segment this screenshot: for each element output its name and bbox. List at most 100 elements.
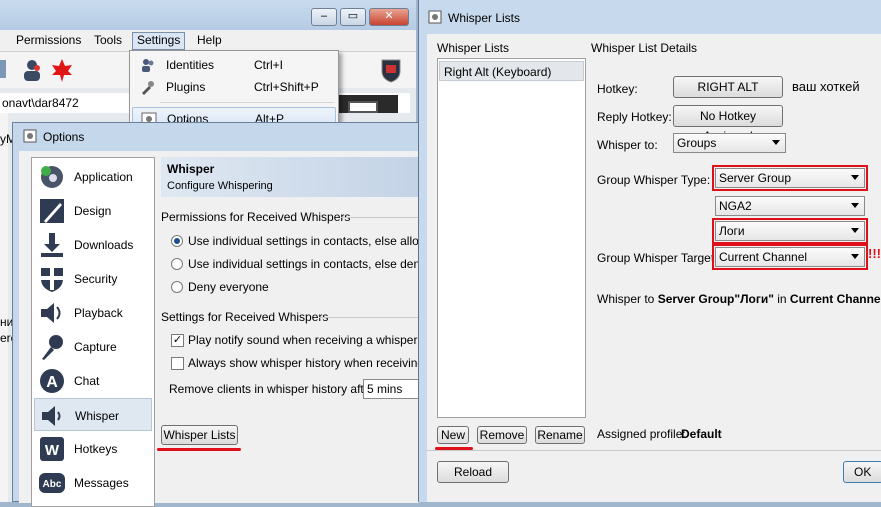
checkbox-show-history[interactable] <box>171 357 184 370</box>
whisper-list-box[interactable]: Right Alt (Keyboard) <box>437 58 586 418</box>
server-group-value: NGA2 <box>719 199 752 213</box>
reply-hotkey-button[interactable]: No Hotkey Assigned <box>673 105 783 143</box>
close-button[interactable]: ✕ <box>369 8 409 26</box>
minimize-button[interactable]: – <box>311 8 337 26</box>
server-logo-icon[interactable] <box>378 57 404 83</box>
nav-item-application[interactable]: Application <box>34 160 152 193</box>
identities-icon <box>142 59 154 72</box>
remove-after-value: 5 mins <box>367 382 403 396</box>
menubar: Permissions Tools Settings Help <box>0 30 416 52</box>
whisper-to-label: Whisper to: <box>597 138 658 152</box>
whisper-lists-button[interactable]: Whisper Lists <box>161 425 238 445</box>
options-body: Application Design Downloads Security Pl… <box>19 151 446 507</box>
radio-deny-everyone[interactable] <box>171 281 183 293</box>
nav-item-design[interactable]: Design <box>34 194 152 227</box>
messages-icon: Abc <box>39 473 65 493</box>
whisper-lists-window-icon <box>428 10 442 24</box>
security-icon <box>41 268 63 292</box>
menu-settings[interactable]: Settings <box>132 32 186 50</box>
assigned-profile-value: Default <box>681 427 722 441</box>
summary-group: Server Group"Логи" <box>657 292 774 306</box>
hotkey-label: Hotkey: <box>597 82 638 96</box>
radio-else-allow[interactable] <box>171 235 183 247</box>
radio-else-allow-label: Use individual settings in contacts, els… <box>188 234 428 248</box>
nav-item-security[interactable]: Security <box>34 262 152 295</box>
whisper-to-value: Groups <box>677 136 717 150</box>
playback-icon <box>41 303 61 323</box>
nav-label-hotkeys: Hotkeys <box>74 442 118 456</box>
chat-icon: A <box>40 369 64 393</box>
group-target-label: Group Whisper Target: <box>597 251 718 265</box>
summary-prefix: Whisper to <box>597 292 658 306</box>
server-group-select[interactable]: NGA2 <box>715 196 865 216</box>
chevron-down-icon <box>772 140 780 145</box>
remove-after-select[interactable]: 5 mins <box>363 379 419 399</box>
nav-item-chat[interactable]: A Chat <box>34 364 152 397</box>
maple-leaf-icon[interactable] <box>49 57 75 83</box>
group-divider-2 <box>319 317 419 318</box>
menu-help[interactable]: Help <box>193 33 226 50</box>
downloads-icon <box>41 233 63 257</box>
footer-divider <box>427 450 881 451</box>
play-sound-label: Play notify sound when receiving a whisp… <box>188 333 418 347</box>
rename-button[interactable]: Rename <box>535 426 585 444</box>
plugins-shortcut: Ctrl+Shift+P <box>254 80 319 94</box>
new-button[interactable]: New <box>437 426 469 444</box>
whisper-summary: Whisper to Server Group"Логи" in Current… <box>597 292 881 306</box>
options-title: Options <box>43 130 85 144</box>
banner-image <box>332 95 398 113</box>
whisper-lists-titlebar: Whisper Lists <box>419 0 881 34</box>
svg-text:A: A <box>46 374 58 391</box>
whisper-to-select[interactable]: Groups <box>673 133 786 153</box>
design-icon <box>40 199 64 223</box>
nav-item-downloads[interactable]: Downloads <box>34 228 152 261</box>
menu-tools[interactable]: Tools <box>90 33 126 50</box>
summary-mid: in <box>773 292 790 306</box>
identities-shortcut: Ctrl+I <box>254 58 284 72</box>
radio-deny-everyone-label: Deny everyone <box>188 280 269 294</box>
settings-dropdown: Identities Ctrl+I Plugins Ctrl+Shift+P O… <box>129 50 339 132</box>
menu-item-identities[interactable]: Identities Ctrl+I <box>132 54 336 76</box>
list-item[interactable]: Right Alt (Keyboard) <box>439 61 584 81</box>
svg-text:Abc: Abc <box>43 479 62 490</box>
toolbar-edge-icon[interactable] <box>0 60 6 78</box>
whisper-lists-underline <box>157 448 241 451</box>
list-section-title: Whisper Lists <box>437 41 510 55</box>
nav-item-messages[interactable]: Abc Messages <box>34 466 152 499</box>
nav-item-hotkeys[interactable]: W Hotkeys <box>34 432 152 465</box>
header-title: Whisper <box>167 162 215 176</box>
permissions-group-title: Permissions for Received Whispers <box>161 210 351 224</box>
reload-button[interactable]: Reload <box>437 461 509 483</box>
reply-hotkey-label: Reply Hotkey: <box>597 110 672 124</box>
group-type-label: Group Whisper Type: <box>597 173 711 187</box>
nav-label-playback: Playback <box>74 306 123 320</box>
menu-separator <box>160 102 334 103</box>
menu-permissions[interactable]: Permissions <box>12 33 85 50</box>
radio-else-deny[interactable] <box>171 258 183 270</box>
maximize-button[interactable]: ▭ <box>340 8 366 26</box>
assigned-profile-label: Assigned profile: <box>597 427 686 441</box>
menu-item-plugins[interactable]: Plugins Ctrl+Shift+P <box>132 76 336 98</box>
svg-text:W: W <box>45 442 60 459</box>
checkbox-play-sound[interactable]: ✓ <box>171 334 184 347</box>
header-subtitle: Configure Whispering <box>167 180 273 192</box>
nav-item-playback[interactable]: Playback <box>34 296 152 329</box>
group-divider <box>341 217 419 218</box>
hotkey-button[interactable]: RIGHT ALT <box>673 76 783 98</box>
nav-label-security: Security <box>74 272 118 286</box>
list-item-label: Right Alt (Keyboard) <box>444 65 552 79</box>
main-titlebar: – ▭ ✕ <box>0 0 416 30</box>
whisper-icon <box>42 406 61 426</box>
contacts-icon[interactable] <box>20 58 44 82</box>
main-left-strip <box>0 113 8 502</box>
nav-item-capture[interactable]: Capture <box>34 330 152 363</box>
nav-item-whisper[interactable]: Whisper <box>34 398 152 431</box>
show-history-label: Always show whisper history when receivi… <box>188 356 447 370</box>
nav-label-whisper: Whisper <box>75 409 120 423</box>
settings-group-title: Settings for Received Whispers <box>161 310 329 324</box>
nav-label-capture: Capture <box>74 340 117 354</box>
ok-button[interactable]: OK <box>843 461 881 483</box>
remove-button[interactable]: Remove <box>477 426 527 444</box>
address-text: onavt\dar8472 <box>2 96 79 110</box>
nav-label-application: Application <box>74 170 133 184</box>
